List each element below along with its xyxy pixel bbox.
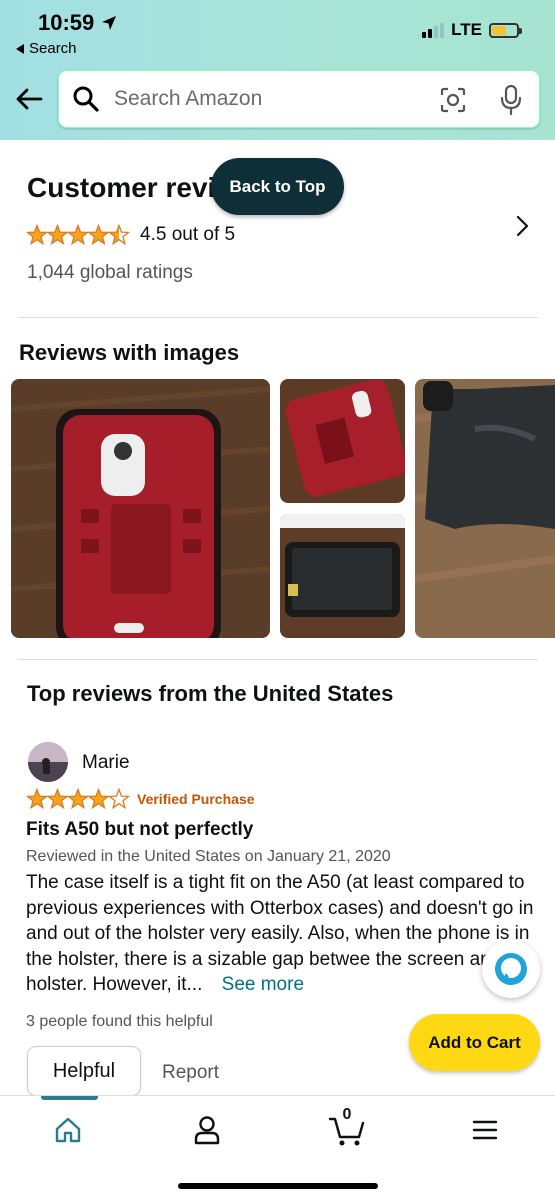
back-triangle-icon (16, 43, 24, 54)
star-icon (107, 224, 130, 246)
search-bar[interactable] (58, 70, 540, 128)
reviews-with-images-title: Reviews with images (19, 340, 240, 365)
review-image-1[interactable] (11, 379, 270, 638)
nav-active-indicator (41, 1096, 98, 1100)
helpful-button[interactable]: Helpful (27, 1046, 141, 1096)
back-arrow-icon[interactable] (14, 84, 44, 114)
nav-account[interactable] (187, 1112, 227, 1148)
phone-case-photo (11, 379, 270, 638)
search-input[interactable] (114, 87, 434, 111)
alexa-icon (495, 953, 527, 985)
reviewer-avatar[interactable] (28, 742, 68, 782)
review-image-2[interactable] (280, 379, 405, 503)
microphone-icon[interactable] (499, 84, 523, 116)
status-indicators: LTE (422, 20, 522, 40)
nav-home[interactable] (48, 1112, 88, 1148)
verified-purchase-badge: Verified Purchase (137, 791, 255, 807)
divider (18, 659, 538, 660)
rating-stars (26, 224, 130, 246)
see-more-link[interactable]: See more (222, 974, 304, 995)
search-icon (73, 86, 99, 112)
star-icon (107, 788, 130, 810)
back-app-label: Search (29, 40, 77, 57)
nav-menu[interactable] (465, 1112, 505, 1148)
menu-icon (472, 1120, 498, 1140)
global-ratings-count: 1,044 global ratings (27, 262, 193, 283)
star-icon (66, 788, 90, 810)
add-to-cart-button[interactable]: Add to Cart (409, 1014, 540, 1071)
network-type: LTE (451, 20, 482, 39)
helpful-count: 3 people found this helpful (26, 1013, 213, 1030)
back-to-top-button[interactable]: Back to Top (211, 158, 344, 215)
star-icon (46, 788, 69, 810)
phone-screen-photo (280, 514, 405, 638)
cart-count: 0 (342, 1106, 352, 1123)
review-image-3[interactable] (280, 514, 405, 638)
review-body: The case itself is a tight fit on the A5… (26, 870, 541, 998)
status-time: 10:59 (38, 10, 118, 36)
battery-icon (489, 22, 522, 38)
review-title: Fits A50 but not perfectly (26, 819, 254, 840)
report-link[interactable]: Report (162, 1062, 219, 1084)
nav-cart[interactable]: 0 (327, 1106, 367, 1148)
star-icon (87, 224, 110, 246)
holster-clip-photo (415, 379, 555, 638)
review-date: Reviewed in the United States on January… (26, 848, 391, 865)
camera-scan-icon[interactable] (439, 86, 467, 114)
star-icon (66, 224, 90, 246)
rating-summary[interactable]: 4.5 out of 5 (26, 224, 235, 246)
location-arrow-icon (102, 16, 117, 30)
back-to-app[interactable]: Search (16, 40, 77, 57)
review-image-4[interactable] (415, 379, 555, 638)
phone-case-back-photo (280, 379, 405, 503)
star-icon (46, 224, 69, 246)
rating-text: 4.5 out of 5 (140, 224, 236, 245)
signal-icon (422, 22, 445, 38)
home-indicator (178, 1183, 378, 1189)
avatar-photo (28, 742, 68, 782)
clock: 10:59 (38, 10, 95, 35)
reviewer-name[interactable]: Marie (82, 752, 130, 774)
star-icon (26, 788, 49, 810)
review-stars (26, 788, 130, 810)
chevron-right-icon[interactable] (515, 214, 531, 238)
user-icon (194, 1116, 220, 1145)
star-icon (26, 224, 49, 246)
top-reviews-title: Top reviews from the United States (27, 681, 394, 706)
alexa-button[interactable] (482, 940, 540, 998)
star-icon (87, 788, 110, 810)
divider (18, 317, 538, 318)
home-icon (55, 1117, 81, 1143)
header: 10:59 Search LTE (0, 0, 555, 140)
